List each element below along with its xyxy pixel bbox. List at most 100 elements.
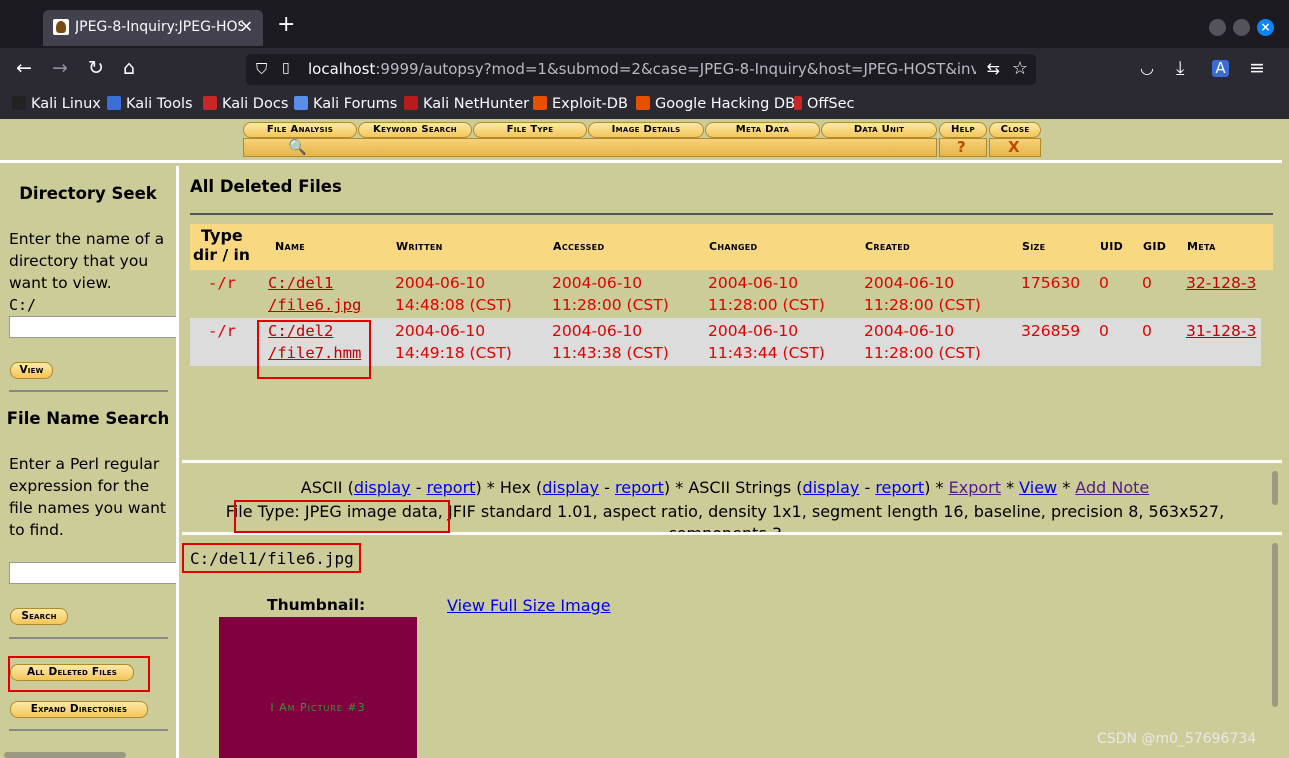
all-deleted-files-button[interactable]: All Deleted Files [10,664,134,681]
minimize-button[interactable] [1209,19,1226,36]
header-written[interactable]: Written [396,240,443,253]
exploit-db-icon [533,96,547,110]
export-link[interactable]: Export [949,478,1001,497]
info-scrollbar[interactable] [1272,471,1278,505]
bookmark-kali-linux[interactable]: Kali Linux [12,96,101,112]
ghdb-icon [636,96,650,110]
file-type-line: File Type: JPEG image data, JFIF standar… [182,502,1268,521]
window-close-button[interactable]: × [1257,19,1274,36]
row-created-time: 11:28:00 (CST) [864,344,981,362]
row-name-line2[interactable]: /file7.hmm [268,342,361,364]
help-button[interactable]: Help [939,122,987,138]
browser-tab[interactable]: JPEG-8-Inquiry:JPEG-HOST ✕ [43,10,263,46]
row-accessed-date: 2004-06-10 [552,274,643,292]
watermark: CSDN @m0_57696734 [1097,731,1257,747]
menu-icon[interactable]: ≡ [1249,58,1265,78]
search-button[interactable]: Search [10,608,68,625]
row-size: 175630 [1021,274,1081,292]
table-row[interactable]: -/r C:/del2 /file7.hmm 2004-06-10 14:49:… [190,318,1261,366]
thumbnail-text: I Am Picture #3 [270,701,366,714]
tab-data-unit[interactable]: Data Unit [821,122,937,138]
header-size[interactable]: Size [1022,240,1045,253]
translate-icon[interactable]: ⇆ [987,59,1000,78]
row-name-line2[interactable]: /file6.jpg [268,294,361,316]
maximize-button[interactable] [1233,19,1250,36]
view-full-size-link[interactable]: View Full Size Image [447,596,611,615]
thumbnail-image[interactable]: I Am Picture #3 [219,617,417,758]
content-scrollbar[interactable] [1272,543,1278,707]
pocket-icon[interactable]: ◡ [1140,58,1154,78]
add-note-link[interactable]: Add Note [1075,478,1149,497]
row-meta-link[interactable]: 32-128-3 [1186,272,1256,294]
row-uid: 0 [1099,322,1109,340]
header-gid[interactable]: GID [1143,240,1166,253]
ascii-display-link[interactable]: display [354,478,411,497]
reload-icon[interactable]: ↻ [88,58,104,78]
hex-report-link[interactable]: report [615,478,664,497]
strings-report-link[interactable]: report [875,478,924,497]
sidebar-scrollbar[interactable] [4,752,126,758]
tab-file-type[interactable]: File Type [473,122,587,138]
header-meta[interactable]: Meta [1187,240,1216,253]
tab-meta-data[interactable]: Meta Data [705,122,820,138]
bookmark-offsec[interactable]: OffSec [794,96,855,112]
downloads-icon[interactable]: ⤓ [1176,58,1184,78]
bookmark-google-hacking-db[interactable]: Google Hacking DB [636,96,795,112]
row-written-time: 14:49:18 (CST) [395,344,512,362]
table-row[interactable]: -/r C:/del1 /file6.jpg 2004-06-10 14:48:… [190,270,1261,318]
url-bar[interactable]: ⛉ ▯ localhost:9999/autopsy?mod=1&submod=… [246,54,1036,85]
translate-extension-icon[interactable]: A [1212,60,1229,77]
tab-keyword-search[interactable]: Keyword Search [358,122,472,138]
bookmark-kali-forums[interactable]: Kali Forums [294,96,397,112]
page-info-icon[interactable]: ▯ [282,60,290,76]
shield-icon[interactable]: ⛉ [256,60,267,78]
bookmark-kali-docs[interactable]: Kali Docs [203,96,288,112]
row-changed-time: 11:28:00 (CST) [708,296,825,314]
hex-label: Hex [499,478,531,497]
back-icon[interactable]: ← [16,58,32,78]
header-uid[interactable]: UID [1100,240,1123,253]
page-title: All Deleted Files [190,177,342,196]
tab-favicon-icon [53,19,69,35]
view-link[interactable]: View [1019,478,1057,497]
help-question-icon[interactable]: ? [957,138,966,156]
row-type: -/r [208,274,236,292]
file-name-search-input[interactable] [9,562,176,584]
directory-input[interactable] [9,316,176,338]
header-changed[interactable]: Changed [709,240,757,253]
row-name-line1[interactable]: C:/del1 [268,272,333,294]
new-tab-icon[interactable]: + [277,14,295,36]
magnifier-icon: 🔍 [288,138,307,156]
row-name-line1[interactable]: C:/del2 [268,320,333,342]
tab-image-details[interactable]: Image Details [588,122,704,138]
strings-display-link[interactable]: display [803,478,860,497]
bookmark-kali-tools[interactable]: Kali Tools [107,96,193,112]
hex-display-link[interactable]: display [542,478,599,497]
view-mode-links: ASCII (display - report) * Hex (display … [300,478,1150,497]
close-x-icon[interactable]: X [1008,138,1020,156]
header-accessed[interactable]: Accessed [553,240,604,253]
home-icon[interactable]: ⌂ [123,58,135,78]
row-uid: 0 [1099,274,1109,292]
row-meta-link[interactable]: 31-128-3 [1186,320,1256,342]
sidebar-divider [9,637,168,639]
bookmark-exploit-db[interactable]: Exploit-DB [533,96,628,112]
directory-seek-title: Directory Seek [19,184,157,203]
tab-file-analysis[interactable]: File Analysis [243,122,357,138]
forward-icon[interactable]: → [52,58,68,78]
browser-titlebar: JPEG-8-Inquiry:JPEG-HOST ✕ + × [0,0,1289,48]
sidebar-divider [9,390,168,392]
header-name[interactable]: Name [275,240,305,253]
bookmark-star-icon[interactable]: ☆ [1012,58,1028,79]
file-name-search-text: Enter a Perl regular expression for the … [9,455,166,539]
view-button[interactable]: View [10,362,53,379]
url-text[interactable]: localhost:9999/autopsy?mod=1&submod=2&ca… [308,60,976,78]
ascii-report-link[interactable]: report [427,478,476,497]
header-created[interactable]: Created [865,240,910,253]
ascii-strings-label: ASCII Strings [688,478,792,497]
header-dirin: dir / in [193,246,250,264]
tab-close-icon[interactable]: ✕ [240,17,253,36]
expand-directories-button[interactable]: Expand Directories [10,701,148,718]
close-button[interactable]: Close [989,122,1041,138]
bookmark-kali-nethunter[interactable]: Kali NetHunter [404,96,529,112]
